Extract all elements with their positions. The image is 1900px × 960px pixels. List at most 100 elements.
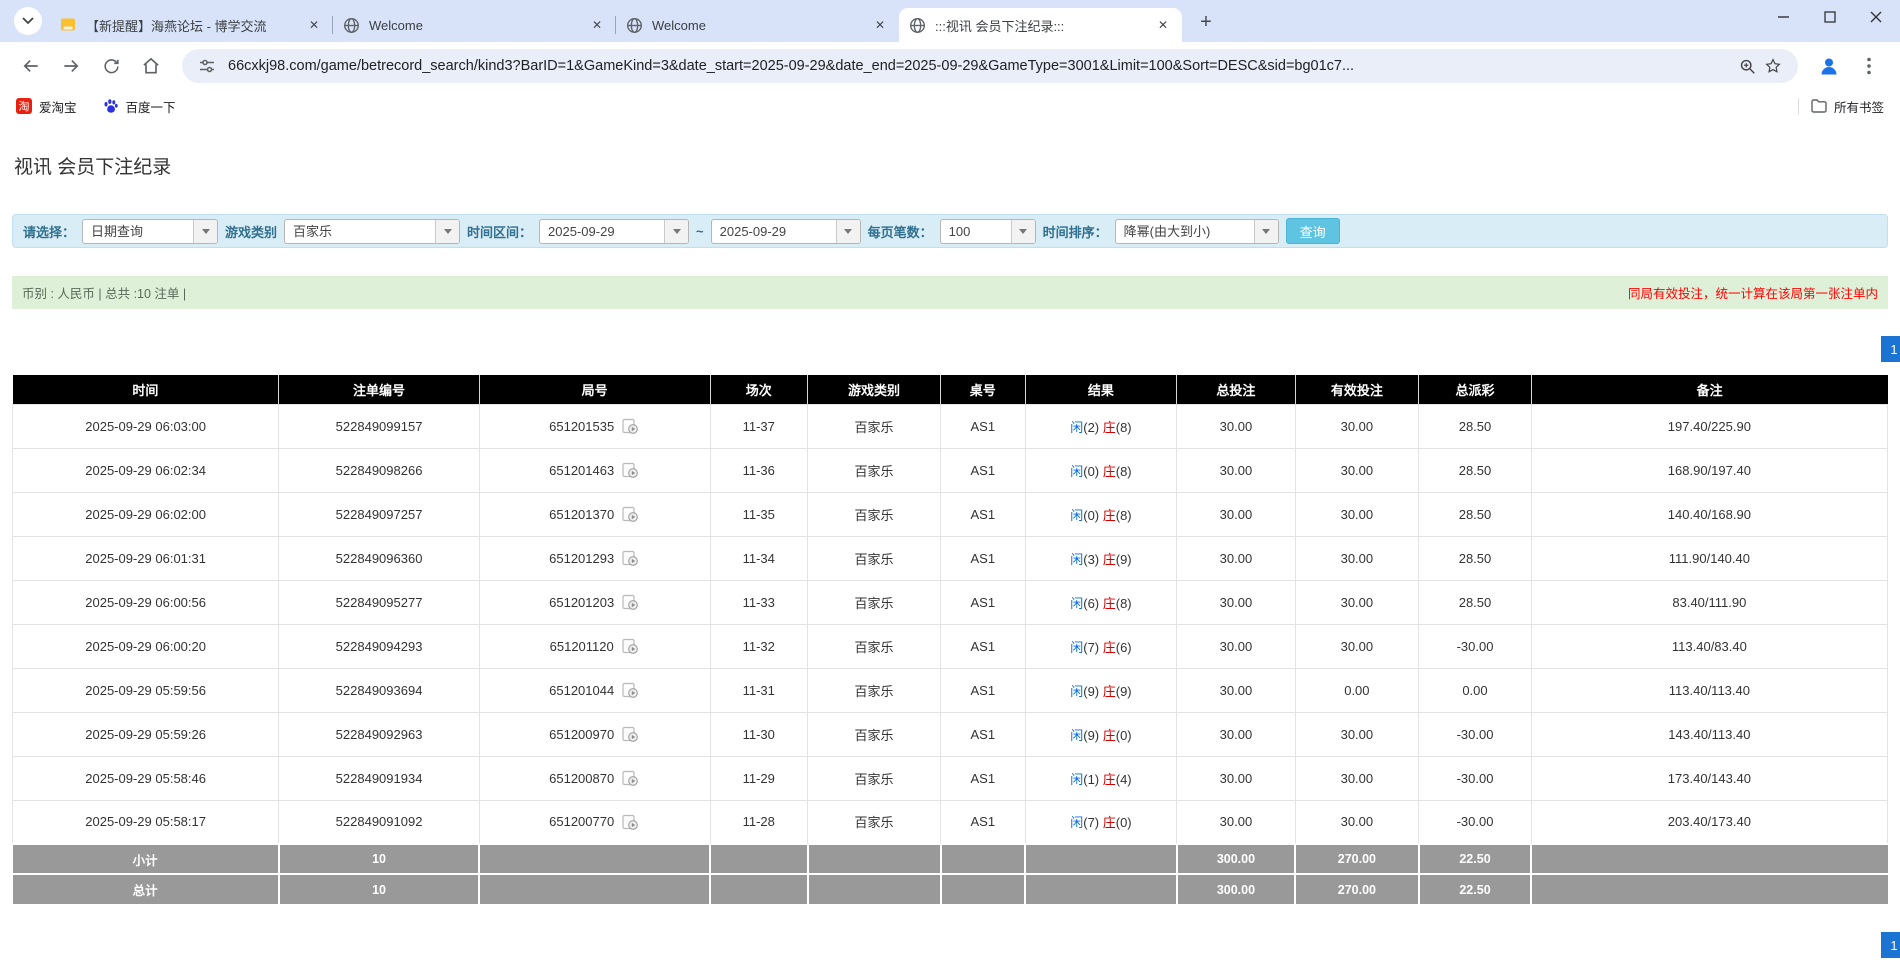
replay-video-icon[interactable] (620, 680, 640, 700)
tab-search-button[interactable] (14, 7, 42, 35)
close-window-button[interactable] (1870, 11, 1882, 23)
replay-video-icon[interactable] (620, 592, 640, 612)
round-number: 651201293 (549, 551, 614, 566)
column-header[interactable]: 时间 (13, 375, 279, 404)
column-header[interactable]: 注单编号 (279, 375, 480, 404)
footer-empty-cell (710, 874, 808, 904)
minimize-button[interactable] (1777, 10, 1790, 23)
bet-id-cell: 522849096360 (279, 536, 480, 580)
banker-points: (4) (1116, 772, 1132, 787)
tab-close-button[interactable]: ✕ (1154, 16, 1172, 34)
total-bet-cell[interactable]: 30.00 (1177, 800, 1295, 844)
reload-button[interactable] (94, 49, 128, 83)
total-bet-cell[interactable]: 30.00 (1177, 756, 1295, 800)
browser-tab[interactable]: 【新提醒】海燕论坛 - 博学交流✕ (50, 8, 333, 42)
total-bet-cell[interactable]: 30.00 (1177, 404, 1295, 448)
back-button[interactable] (14, 49, 48, 83)
replay-video-icon[interactable] (620, 504, 640, 524)
footer-empty-cell (1025, 874, 1177, 904)
column-header[interactable]: 场次 (710, 375, 808, 404)
browser-tab-active[interactable]: :::视讯 会员下注纪录:::✕ (899, 8, 1182, 42)
dropdown-button[interactable] (193, 220, 217, 243)
footer-label: 小计 (13, 844, 279, 874)
total-bet-cell[interactable]: 30.00 (1177, 580, 1295, 624)
column-header[interactable]: 局号 (479, 375, 710, 404)
forward-button[interactable] (54, 49, 88, 83)
date-start-select[interactable]: 2025-09-29 (539, 219, 689, 244)
bet-id-cell: 522849098266 (279, 448, 480, 492)
bookmark-label: 爱淘宝 (39, 97, 77, 116)
total-bet-cell[interactable]: 30.00 (1177, 536, 1295, 580)
profile-button[interactable] (1812, 49, 1846, 83)
replay-video-icon[interactable] (620, 460, 640, 480)
dropdown-button[interactable] (1011, 220, 1035, 243)
column-header[interactable]: 桌号 (941, 375, 1025, 404)
browser-menu-button[interactable] (1852, 49, 1886, 83)
new-tab-button[interactable]: + (1192, 8, 1220, 36)
sort-select[interactable]: 降幂(由大到小) (1115, 219, 1279, 244)
replay-video-icon[interactable] (620, 416, 640, 436)
search-button[interactable]: 查询 (1286, 218, 1340, 244)
game-kind-cell: 百家乐 (808, 756, 941, 800)
column-header[interactable]: 结果 (1025, 375, 1177, 404)
maximize-button[interactable] (1824, 11, 1836, 23)
replay-video-icon[interactable] (620, 636, 640, 656)
browser-tab[interactable]: Welcome✕ (616, 8, 899, 42)
page-1-button[interactable]: 1 (1881, 336, 1900, 362)
bookmark-star-button[interactable] (1760, 53, 1786, 79)
round-number: 651201535 (549, 419, 614, 434)
total-bet-cell[interactable]: 30.00 (1177, 712, 1295, 756)
dropdown-button[interactable] (435, 220, 459, 243)
pagination-bottom: 1 (12, 932, 1888, 958)
tab-close-button[interactable]: ✕ (305, 16, 323, 34)
total-bet-cell[interactable]: 30.00 (1177, 492, 1295, 536)
column-header[interactable]: 总派彩 (1419, 375, 1532, 404)
game-kind-label: 游戏类别 (225, 222, 277, 241)
footer-empty-cell (808, 844, 941, 874)
total-bet-cell[interactable]: 30.00 (1177, 448, 1295, 492)
replay-video-icon[interactable] (620, 768, 640, 788)
banker-result: 庄 (1103, 596, 1116, 611)
tab-close-button[interactable]: ✕ (588, 16, 606, 34)
all-bookmarks-button[interactable]: 所有书签 (1811, 97, 1884, 116)
dropdown-button[interactable] (836, 220, 860, 243)
page-size-label: 每页笔数： (868, 222, 933, 241)
column-header[interactable]: 游戏类别 (808, 375, 941, 404)
result-cell: 闲(9) 庄(0) (1025, 712, 1177, 756)
dropdown-button[interactable] (1254, 220, 1278, 243)
total-bet-cell[interactable]: 30.00 (1177, 668, 1295, 712)
taobao-icon: 淘 (16, 98, 32, 114)
total-bet-cell[interactable]: 30.00 (1177, 624, 1295, 668)
bookmark-item[interactable]: 百度一下 (103, 97, 176, 116)
tab-close-button[interactable]: ✕ (871, 16, 889, 34)
player-result: 闲 (1070, 728, 1083, 743)
bet-id-cell: 522849091092 (279, 800, 480, 844)
player-result: 闲 (1070, 640, 1083, 655)
game-kind-select[interactable]: 百家乐 (284, 219, 460, 244)
bet-time-cell: 2025-09-29 06:03:00 (13, 404, 279, 448)
column-header[interactable]: 总投注 (1177, 375, 1295, 404)
dropdown-button[interactable] (664, 220, 688, 243)
replay-video-icon[interactable] (620, 812, 640, 832)
banker-result: 庄 (1103, 815, 1116, 830)
player-points: (0) (1083, 464, 1103, 479)
home-button[interactable] (134, 49, 168, 83)
query-type-select[interactable]: 日期查询 (82, 219, 218, 244)
page-content: 视讯 会员下注纪录 请选择： 日期查询 游戏类别 百家乐 时间区间： 2025-… (0, 122, 1900, 960)
site-info-button[interactable] (194, 53, 220, 79)
date-end-select[interactable]: 2025-09-29 (711, 219, 861, 244)
page-size-select[interactable]: 100 (940, 219, 1036, 244)
replay-video-icon[interactable] (620, 724, 640, 744)
address-bar[interactable]: 66cxkj98.com/game/betrecord_search/kind3… (182, 49, 1798, 83)
url-text[interactable]: 66cxkj98.com/game/betrecord_search/kind3… (228, 58, 1734, 74)
page-1-button[interactable]: 1 (1881, 932, 1900, 958)
remark-cell: 168.90/197.40 (1531, 448, 1887, 492)
replay-video-icon[interactable] (620, 548, 640, 568)
column-header[interactable]: 备注 (1531, 375, 1887, 404)
bookmark-item[interactable]: 淘爱淘宝 (16, 97, 77, 116)
result-cell: 闲(0) 庄(8) (1025, 492, 1177, 536)
table-number-cell: AS1 (941, 404, 1025, 448)
zoom-page-button[interactable] (1734, 53, 1760, 79)
browser-tab[interactable]: Welcome✕ (333, 8, 616, 42)
column-header[interactable]: 有效投注 (1295, 375, 1419, 404)
